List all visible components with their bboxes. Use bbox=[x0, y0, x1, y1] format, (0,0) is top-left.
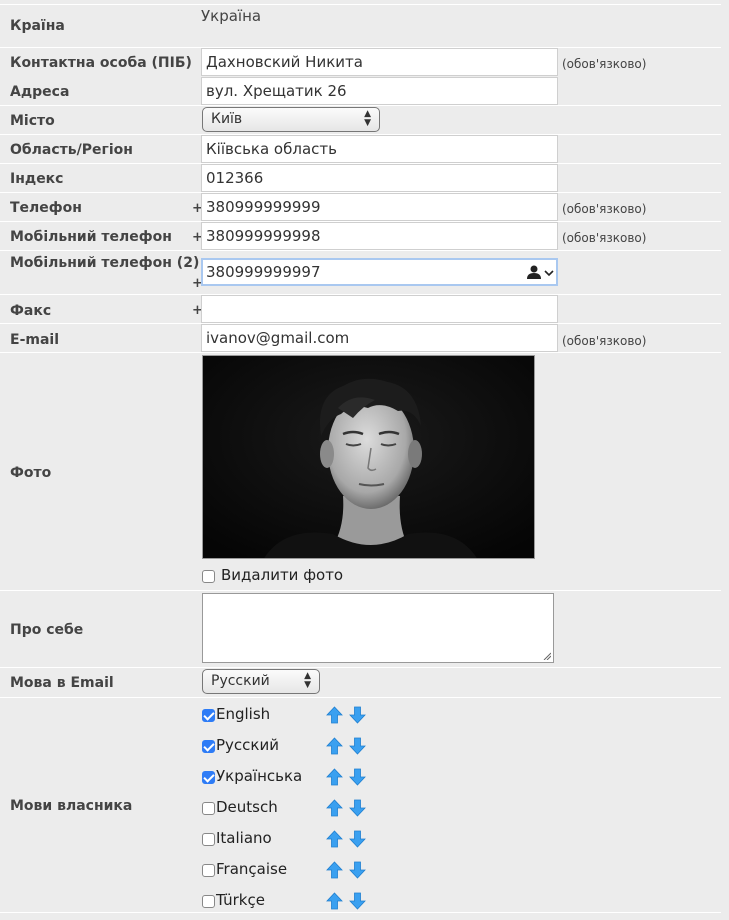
language-checkbox[interactable] bbox=[202, 833, 215, 846]
region-input[interactable] bbox=[201, 135, 558, 163]
move-down-arrow-icon[interactable] bbox=[349, 706, 366, 724]
language-label: Française bbox=[216, 860, 288, 878]
move-down-arrow-icon[interactable] bbox=[349, 737, 366, 755]
language-checkbox[interactable] bbox=[202, 864, 215, 877]
language-label: Українська bbox=[216, 767, 303, 785]
move-up-arrow-icon[interactable] bbox=[326, 861, 343, 879]
mobile2-input[interactable] bbox=[201, 258, 558, 286]
move-down-arrow-icon[interactable] bbox=[349, 768, 366, 786]
move-down-arrow-icon[interactable] bbox=[349, 892, 366, 910]
fax-label: Факс bbox=[10, 303, 52, 319]
photo-label: Фото bbox=[10, 465, 52, 481]
email-lang-select-value: Русский bbox=[211, 673, 270, 689]
about-textarea[interactable] bbox=[202, 593, 554, 663]
owner-langs-label: Мови власника bbox=[10, 798, 133, 814]
contact-label: Контактна особа (ПІБ) bbox=[10, 55, 192, 71]
email-input[interactable] bbox=[201, 324, 558, 352]
city-label: Місто bbox=[10, 113, 55, 129]
email-lang-select[interactable]: Русский ▲ ▼ bbox=[202, 669, 320, 694]
move-up-arrow-icon[interactable] bbox=[326, 830, 343, 848]
select-arrows-icon: ▲ ▼ bbox=[364, 109, 371, 128]
phone-label: Телефон bbox=[10, 200, 82, 216]
email-required-note: (обов'язково) bbox=[562, 334, 647, 348]
delete-photo-label: Видалити фото bbox=[221, 566, 344, 584]
mobile-input[interactable] bbox=[201, 222, 558, 250]
phone-required-note: (обов'язково) bbox=[562, 202, 647, 216]
address-input[interactable] bbox=[201, 77, 558, 105]
mobile-required-note: (обов'язково) bbox=[562, 231, 647, 245]
profile-photo bbox=[202, 355, 535, 559]
about-label: Про себе bbox=[10, 622, 84, 638]
move-down-arrow-icon[interactable] bbox=[349, 830, 366, 848]
language-label: Deutsch bbox=[216, 798, 278, 816]
language-label: Русский bbox=[216, 736, 279, 754]
move-up-arrow-icon[interactable] bbox=[326, 768, 343, 786]
language-checkbox[interactable] bbox=[202, 709, 215, 722]
move-up-arrow-icon[interactable] bbox=[326, 892, 343, 910]
fax-input[interactable] bbox=[201, 295, 558, 323]
contact-name-input[interactable] bbox=[201, 48, 558, 76]
city-select[interactable]: Київ ▲ ▼ bbox=[202, 107, 380, 132]
language-label: English bbox=[216, 705, 271, 723]
move-up-arrow-icon[interactable] bbox=[326, 737, 343, 755]
language-label: Italiano bbox=[216, 829, 272, 847]
language-label: Türkçe bbox=[216, 891, 265, 909]
phone-input[interactable] bbox=[201, 193, 558, 221]
country-value: Україна bbox=[201, 7, 262, 25]
zip-label: Індекс bbox=[10, 171, 64, 187]
language-checkbox[interactable] bbox=[202, 802, 215, 815]
mobile2-label: Мобільний телефон (2) bbox=[10, 255, 200, 271]
zip-input[interactable] bbox=[201, 164, 558, 192]
contact-required-note: (обов'язково) bbox=[562, 57, 647, 71]
country-label: Країна bbox=[10, 18, 65, 34]
delete-photo-checkbox[interactable] bbox=[202, 570, 215, 583]
resize-grip-icon[interactable] bbox=[543, 652, 551, 660]
email-label: E-mail bbox=[10, 332, 60, 348]
move-up-arrow-icon[interactable] bbox=[326, 799, 343, 817]
email-lang-label: Мова в Email bbox=[10, 675, 114, 691]
language-checkbox[interactable] bbox=[202, 771, 215, 784]
move-up-arrow-icon[interactable] bbox=[326, 706, 343, 724]
language-checkbox[interactable] bbox=[202, 895, 215, 908]
move-down-arrow-icon[interactable] bbox=[349, 861, 366, 879]
address-label: Адреса bbox=[10, 84, 70, 100]
select-arrows-icon: ▲ ▼ bbox=[304, 671, 311, 690]
language-checkbox[interactable] bbox=[202, 740, 215, 753]
mobile-label: Мобільний телефон bbox=[10, 229, 172, 245]
city-select-value: Київ bbox=[211, 111, 243, 127]
move-down-arrow-icon[interactable] bbox=[349, 799, 366, 817]
region-label: Область/Регіон bbox=[10, 142, 133, 158]
contact-autofill-icon[interactable] bbox=[526, 264, 556, 282]
